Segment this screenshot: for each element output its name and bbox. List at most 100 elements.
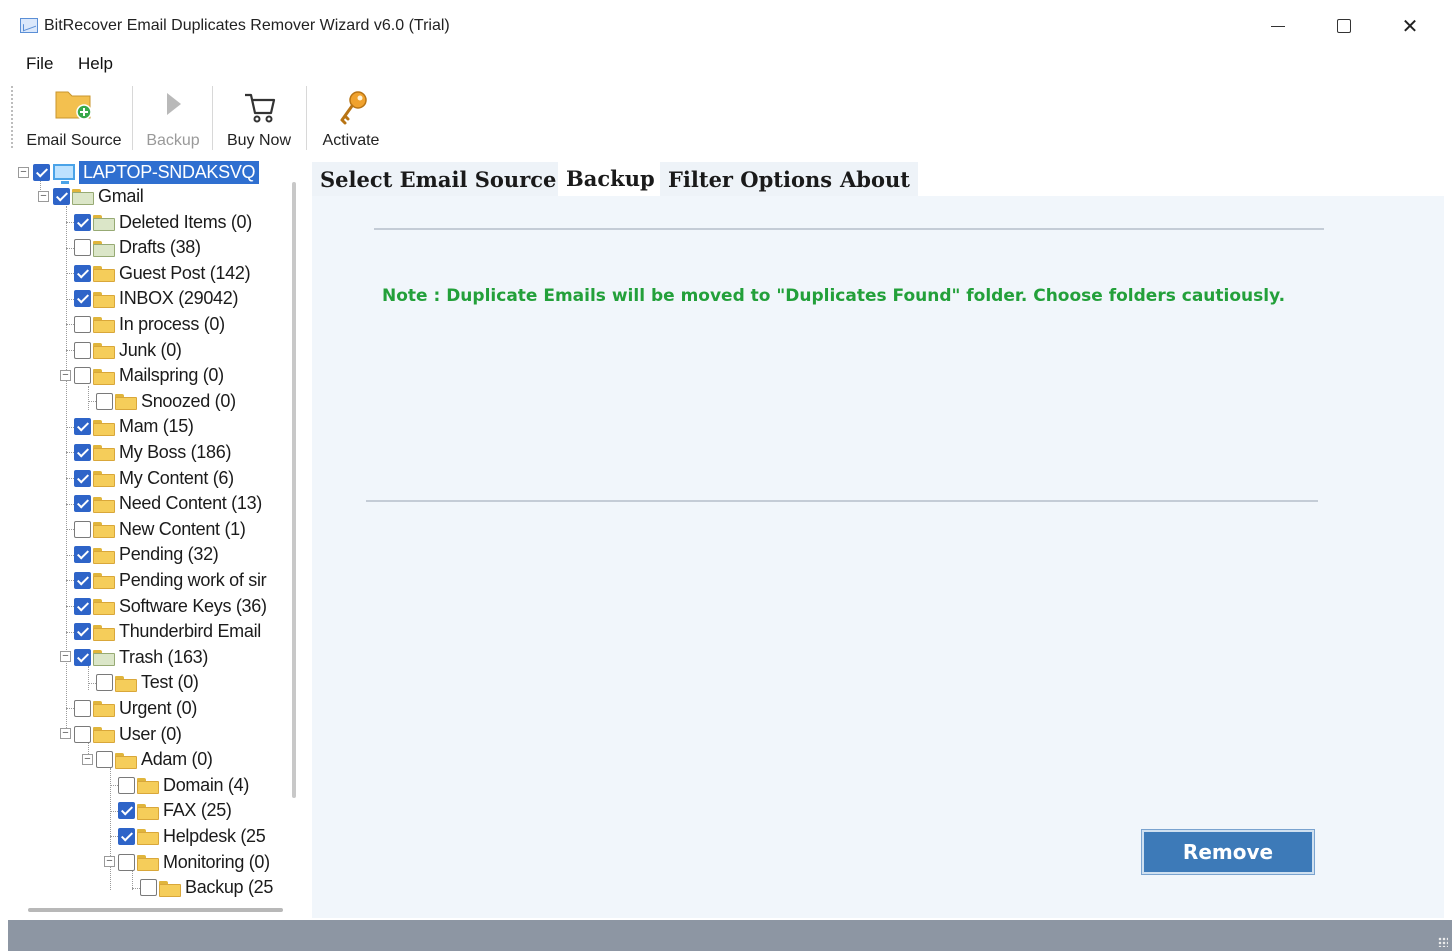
tree-node-label: INBOX (29042) (119, 288, 239, 309)
folder-icon (159, 880, 181, 897)
tree-node[interactable]: − Adam (0) (82, 748, 213, 772)
tree-node-root[interactable]: − LAPTOP-SNDAKSVQ (18, 160, 260, 184)
tree-connector (110, 810, 118, 812)
checkbox[interactable] (96, 751, 113, 769)
checkbox[interactable] (118, 802, 135, 820)
checkbox[interactable] (74, 213, 91, 231)
checkbox[interactable] (74, 571, 91, 589)
tree-node[interactable]: Junk (0) (66, 338, 182, 362)
tree-node-label: My Boss (186) (119, 441, 232, 462)
tree-node[interactable]: Helpdesk (25 (110, 824, 266, 848)
checkbox[interactable] (74, 597, 91, 615)
checkbox[interactable] (96, 392, 113, 410)
tree-node-label: New Content (1) (119, 518, 246, 539)
checkbox[interactable] (118, 853, 135, 871)
tab-about[interactable]: About (832, 162, 918, 196)
checkbox[interactable] (74, 341, 91, 359)
tree-node[interactable]: Mam (15) (66, 415, 194, 439)
checkbox[interactable] (118, 776, 135, 794)
tree-node[interactable]: − User (0) (60, 722, 182, 746)
checkbox[interactable] (74, 469, 91, 487)
checkbox[interactable] (74, 239, 91, 257)
tree-node[interactable]: FAX (25) (110, 799, 232, 823)
menu-help[interactable]: Help (78, 54, 113, 74)
tree-node[interactable]: − Mailspring (0) (60, 364, 224, 388)
checkbox[interactable] (74, 443, 91, 461)
collapse-icon[interactable]: − (104, 856, 115, 867)
tree-node-label: Mam (15) (119, 416, 194, 437)
checkbox[interactable] (74, 623, 91, 641)
tree-node[interactable]: − Monitoring (0) (104, 850, 270, 874)
tree-node[interactable]: My Content (6) (66, 466, 234, 490)
collapse-icon[interactable]: − (82, 753, 93, 765)
tree-node[interactable]: Drafts (38) (66, 236, 201, 260)
tree-horizontal-scrollbar[interactable] (28, 908, 283, 912)
tree-node[interactable]: Need Content (13) (66, 492, 262, 516)
checkbox[interactable] (96, 674, 113, 692)
checkbox[interactable] (53, 187, 70, 205)
checkbox[interactable] (74, 520, 91, 538)
tree-node-label: Pending work of sir (119, 569, 267, 590)
tree-node[interactable]: In process (0) (66, 312, 225, 336)
tree-node[interactable]: Urgent (0) (66, 696, 197, 720)
tree-node[interactable]: My Boss (186) (66, 440, 232, 464)
tree-node[interactable]: Backup (25 (132, 876, 273, 900)
tab-select-email-source[interactable]: Select Email Source (312, 162, 565, 196)
tree-node[interactable]: Snoozed (0) (88, 389, 236, 413)
tree-node[interactable]: Pending work of sir (66, 568, 267, 592)
tree-node[interactable]: Test (0) (88, 671, 199, 695)
tree-vertical-scrollbar[interactable] (292, 182, 296, 798)
checkbox[interactable] (74, 699, 91, 717)
activate-button[interactable]: Activate (314, 84, 388, 154)
tree-node[interactable]: Thunderbird Email (66, 620, 261, 644)
toolbar: Email Source Backup Buy Now Activate (8, 80, 1444, 156)
remove-button[interactable]: Remove (1142, 830, 1314, 874)
checkbox[interactable] (74, 495, 91, 513)
collapse-icon[interactable]: − (60, 728, 71, 739)
tree-node[interactable]: INBOX (29042) (66, 287, 239, 311)
checkbox[interactable] (33, 163, 50, 181)
collapse-icon[interactable]: − (60, 369, 71, 381)
tab-filter-options[interactable]: Filter Options (660, 162, 841, 196)
checkbox[interactable] (140, 879, 157, 897)
checkbox[interactable] (74, 290, 91, 308)
tree-node-label: My Content (6) (119, 467, 234, 488)
tree-node[interactable]: − Trash (163) (60, 645, 208, 669)
checkbox[interactable] (74, 546, 91, 564)
checkbox[interactable] (74, 648, 91, 666)
checkbox[interactable] (74, 315, 91, 333)
tree-node[interactable]: Guest Post (142) (66, 261, 251, 285)
tree-node[interactable]: Software Keys (36) (66, 594, 267, 618)
tree-node-label: Helpdesk (25 (163, 825, 266, 846)
folder-icon (93, 317, 115, 334)
buy-now-button[interactable]: Buy Now (220, 84, 298, 154)
menu-file[interactable]: File (26, 54, 53, 74)
collapse-icon[interactable]: − (18, 166, 29, 178)
app-icon (20, 18, 38, 33)
tree-node-account[interactable]: − Gmail (38, 184, 144, 208)
close-button[interactable]: ✕ (1384, 10, 1436, 42)
checkbox[interactable] (74, 367, 91, 385)
resize-grip-icon[interactable] (1438, 937, 1448, 947)
checkbox[interactable] (118, 827, 135, 845)
collapse-icon[interactable]: − (60, 651, 71, 663)
tree-node[interactable]: Deleted Items (0) (66, 210, 252, 234)
backup-tab-content: Note : Duplicate Emails will be moved to… (312, 196, 1444, 918)
backup-button[interactable]: Backup (140, 84, 206, 154)
email-source-button[interactable]: Email Source (22, 84, 126, 154)
tab-backup[interactable]: Backup (558, 160, 663, 196)
minimize-button[interactable] (1252, 10, 1304, 42)
status-bar (8, 920, 1452, 951)
tree-node[interactable]: Pending (32) (66, 543, 219, 567)
checkbox[interactable] (74, 725, 91, 743)
checkbox[interactable] (74, 418, 91, 436)
folder-icon (137, 829, 159, 846)
maximize-button[interactable] (1318, 10, 1370, 42)
collapse-icon[interactable]: − (38, 190, 49, 202)
tree-node[interactable]: Domain (4) (110, 773, 249, 797)
tree-node[interactable]: New Content (1) (66, 517, 246, 541)
tree-connector (66, 426, 74, 428)
tree-connector (88, 386, 89, 410)
checkbox[interactable] (74, 264, 91, 282)
folder-tree[interactable]: − LAPTOP-SNDAKSVQ − Gmail Deleted Items … (8, 158, 306, 918)
